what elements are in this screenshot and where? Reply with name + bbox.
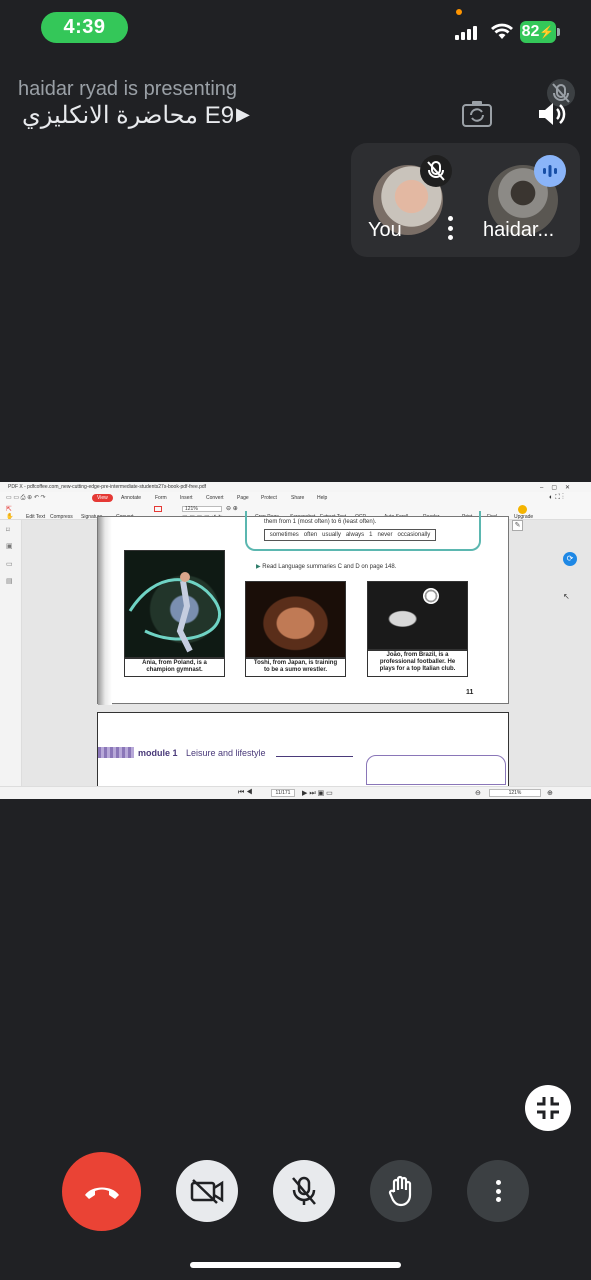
page-number: 11 (466, 689, 474, 696)
select-tool-icon[interactable]: ⇱ (6, 505, 12, 513)
pdf-window-title: PDF X - pdfcoffee.com_new-cutting-edge-p… (0, 482, 591, 492)
more-vert-icon (495, 1180, 501, 1202)
speaker-icon[interactable] (536, 100, 566, 128)
word-box: sometimes often usually always 1 never o… (264, 529, 436, 541)
mic-toggle-button[interactable] (273, 1160, 335, 1222)
hand-icon (388, 1175, 412, 1207)
meeting-title[interactable]: محاضرة الانكليزي E9 (22, 101, 234, 130)
home-indicator[interactable] (190, 1262, 401, 1268)
menu-view[interactable]: View (92, 494, 113, 502)
exit-fullscreen-button[interactable] (525, 1085, 571, 1131)
page-spine-shadow (98, 517, 112, 705)
sumo-caption: Toshi, from Japan, is training to be a s… (245, 658, 346, 677)
battery-indicator: 82 ⚡ (520, 21, 556, 43)
mic-off-icon (420, 155, 452, 187)
exercise-box: them from 1 (most often) to 6 (least oft… (245, 511, 481, 551)
pdf-statusbar: ⏮ ◀ 11/171 ▶ ⏭ ▣ ▭ ⊖ 121% ⊕ (0, 786, 591, 799)
exercise-instruction: them from 1 (most often) to 6 (least oft… (264, 519, 377, 525)
shared-screen: PDF X - pdfcoffee.com_new-cutting-edge-p… (0, 482, 591, 799)
single-page-icon[interactable] (154, 506, 162, 512)
football-graphic (423, 588, 439, 604)
zoom-controls-icon[interactable]: ⊖ ⊕ (226, 505, 238, 512)
mouse-cursor-icon: ↖ (563, 592, 570, 601)
menu-convert[interactable]: Convert (206, 495, 224, 501)
footballer-caption: João, from Brazil, is a professional foo… (367, 650, 468, 677)
participant-label-haidar: haidar... (483, 219, 555, 241)
ribbon-graphic (128, 572, 222, 653)
hand-tool-icon[interactable]: ✋ (6, 513, 13, 520)
status-zoom-in-icon[interactable]: ⊕ (547, 789, 553, 797)
battery-tip (557, 28, 560, 36)
chevron-right-icon[interactable]: ▶ (236, 104, 250, 125)
module-label: module 1 (138, 748, 178, 758)
theme-toggle-icon[interactable]: ◐ ⛶ ⋮ (549, 494, 564, 502)
module-title: Leisure and lifestyle (186, 748, 266, 758)
menu-page[interactable]: Page (237, 495, 249, 501)
menu-help[interactable]: Help (317, 495, 327, 501)
ai-assistant-icon[interactable]: ⟳ (563, 552, 577, 566)
battery-level: 82 (521, 23, 540, 40)
attachments-icon[interactable]: ▤ (6, 577, 13, 585)
menu-protect[interactable]: Protect (261, 495, 277, 501)
switch-camera-icon[interactable] (461, 100, 493, 128)
end-call-button[interactable] (62, 1152, 141, 1231)
module-banner (98, 747, 134, 758)
nav-first-prev-icons[interactable]: ⏮ ◀ (238, 789, 253, 797)
window-controls: –▢✕ (540, 485, 579, 491)
video-off-icon (190, 1179, 224, 1204)
gymnast-caption: Ania, from Poland, is a champion gymnast… (124, 658, 225, 677)
footballer-photo (367, 581, 468, 650)
gymnast-photo (124, 550, 225, 658)
participant-panel: You haidar... (351, 143, 580, 257)
pdf-menubar: ▭ ▭ ⎙ ⊕ ↶ ↷ View Annotate Form Insert Co… (0, 492, 591, 504)
quick-access-icons: ▭ ▭ ⎙ ⊕ ↶ ↷ (6, 495, 46, 501)
language-summary-reference: ▶ Read Language summaries C and D on pag… (256, 564, 397, 570)
zoom-field[interactable]: 121% (182, 506, 222, 512)
menu-annotate[interactable]: Annotate (121, 495, 141, 501)
menu-share[interactable]: Share (291, 495, 304, 501)
menu-insert[interactable]: Insert (180, 495, 193, 501)
wifi-icon (491, 23, 513, 39)
annotate-pen-icon[interactable]: ✎ (512, 520, 523, 531)
reference-text: Read Language summaries C and D on page … (262, 564, 397, 570)
page-indicator[interactable]: 11/171 (271, 789, 295, 797)
status-time: 4:39 (41, 12, 128, 43)
next-page-box (366, 755, 506, 785)
presenter-text: haidar ryad is presenting (18, 78, 238, 100)
more-options-icon[interactable] (447, 216, 453, 240)
bookmark-icon[interactable]: ⌑ (6, 526, 10, 534)
status-zoom-out-icon[interactable]: ⊖ (475, 789, 481, 797)
cellular-signal-icon (455, 24, 479, 40)
upgrade-icon[interactable] (518, 505, 527, 514)
pdf-next-page: module 1 Leisure and lifestyle (97, 712, 509, 792)
collapse-icon (537, 1097, 559, 1119)
document-area: them from 1 (most often) to 6 (least oft… (22, 511, 591, 792)
comments-icon[interactable]: ▭ (6, 560, 13, 568)
more-options-button[interactable] (467, 1160, 529, 1222)
nav-next-last-icons[interactable]: ▶ ⏭ ▣ ▭ (302, 789, 333, 798)
camera-off-button[interactable] (176, 1160, 238, 1222)
module-rule (276, 756, 353, 757)
raise-hand-button[interactable] (370, 1160, 432, 1222)
participant-label-you: You (368, 219, 402, 241)
speaking-indicator-icon (534, 155, 566, 187)
hangup-icon (84, 1187, 119, 1199)
status-zoom-field[interactable]: 121% (489, 789, 541, 797)
pdf-sidebar: ⌑ ▣ ▭ ▤ (0, 520, 22, 788)
menu-form[interactable]: Form (155, 495, 167, 501)
pages-icon[interactable]: ▣ (6, 542, 13, 550)
pdf-page: them from 1 (most often) to 6 (least oft… (97, 511, 509, 705)
mic-in-use-indicator (456, 9, 462, 15)
sumo-photo (245, 581, 346, 658)
mic-off-icon (292, 1176, 316, 1205)
